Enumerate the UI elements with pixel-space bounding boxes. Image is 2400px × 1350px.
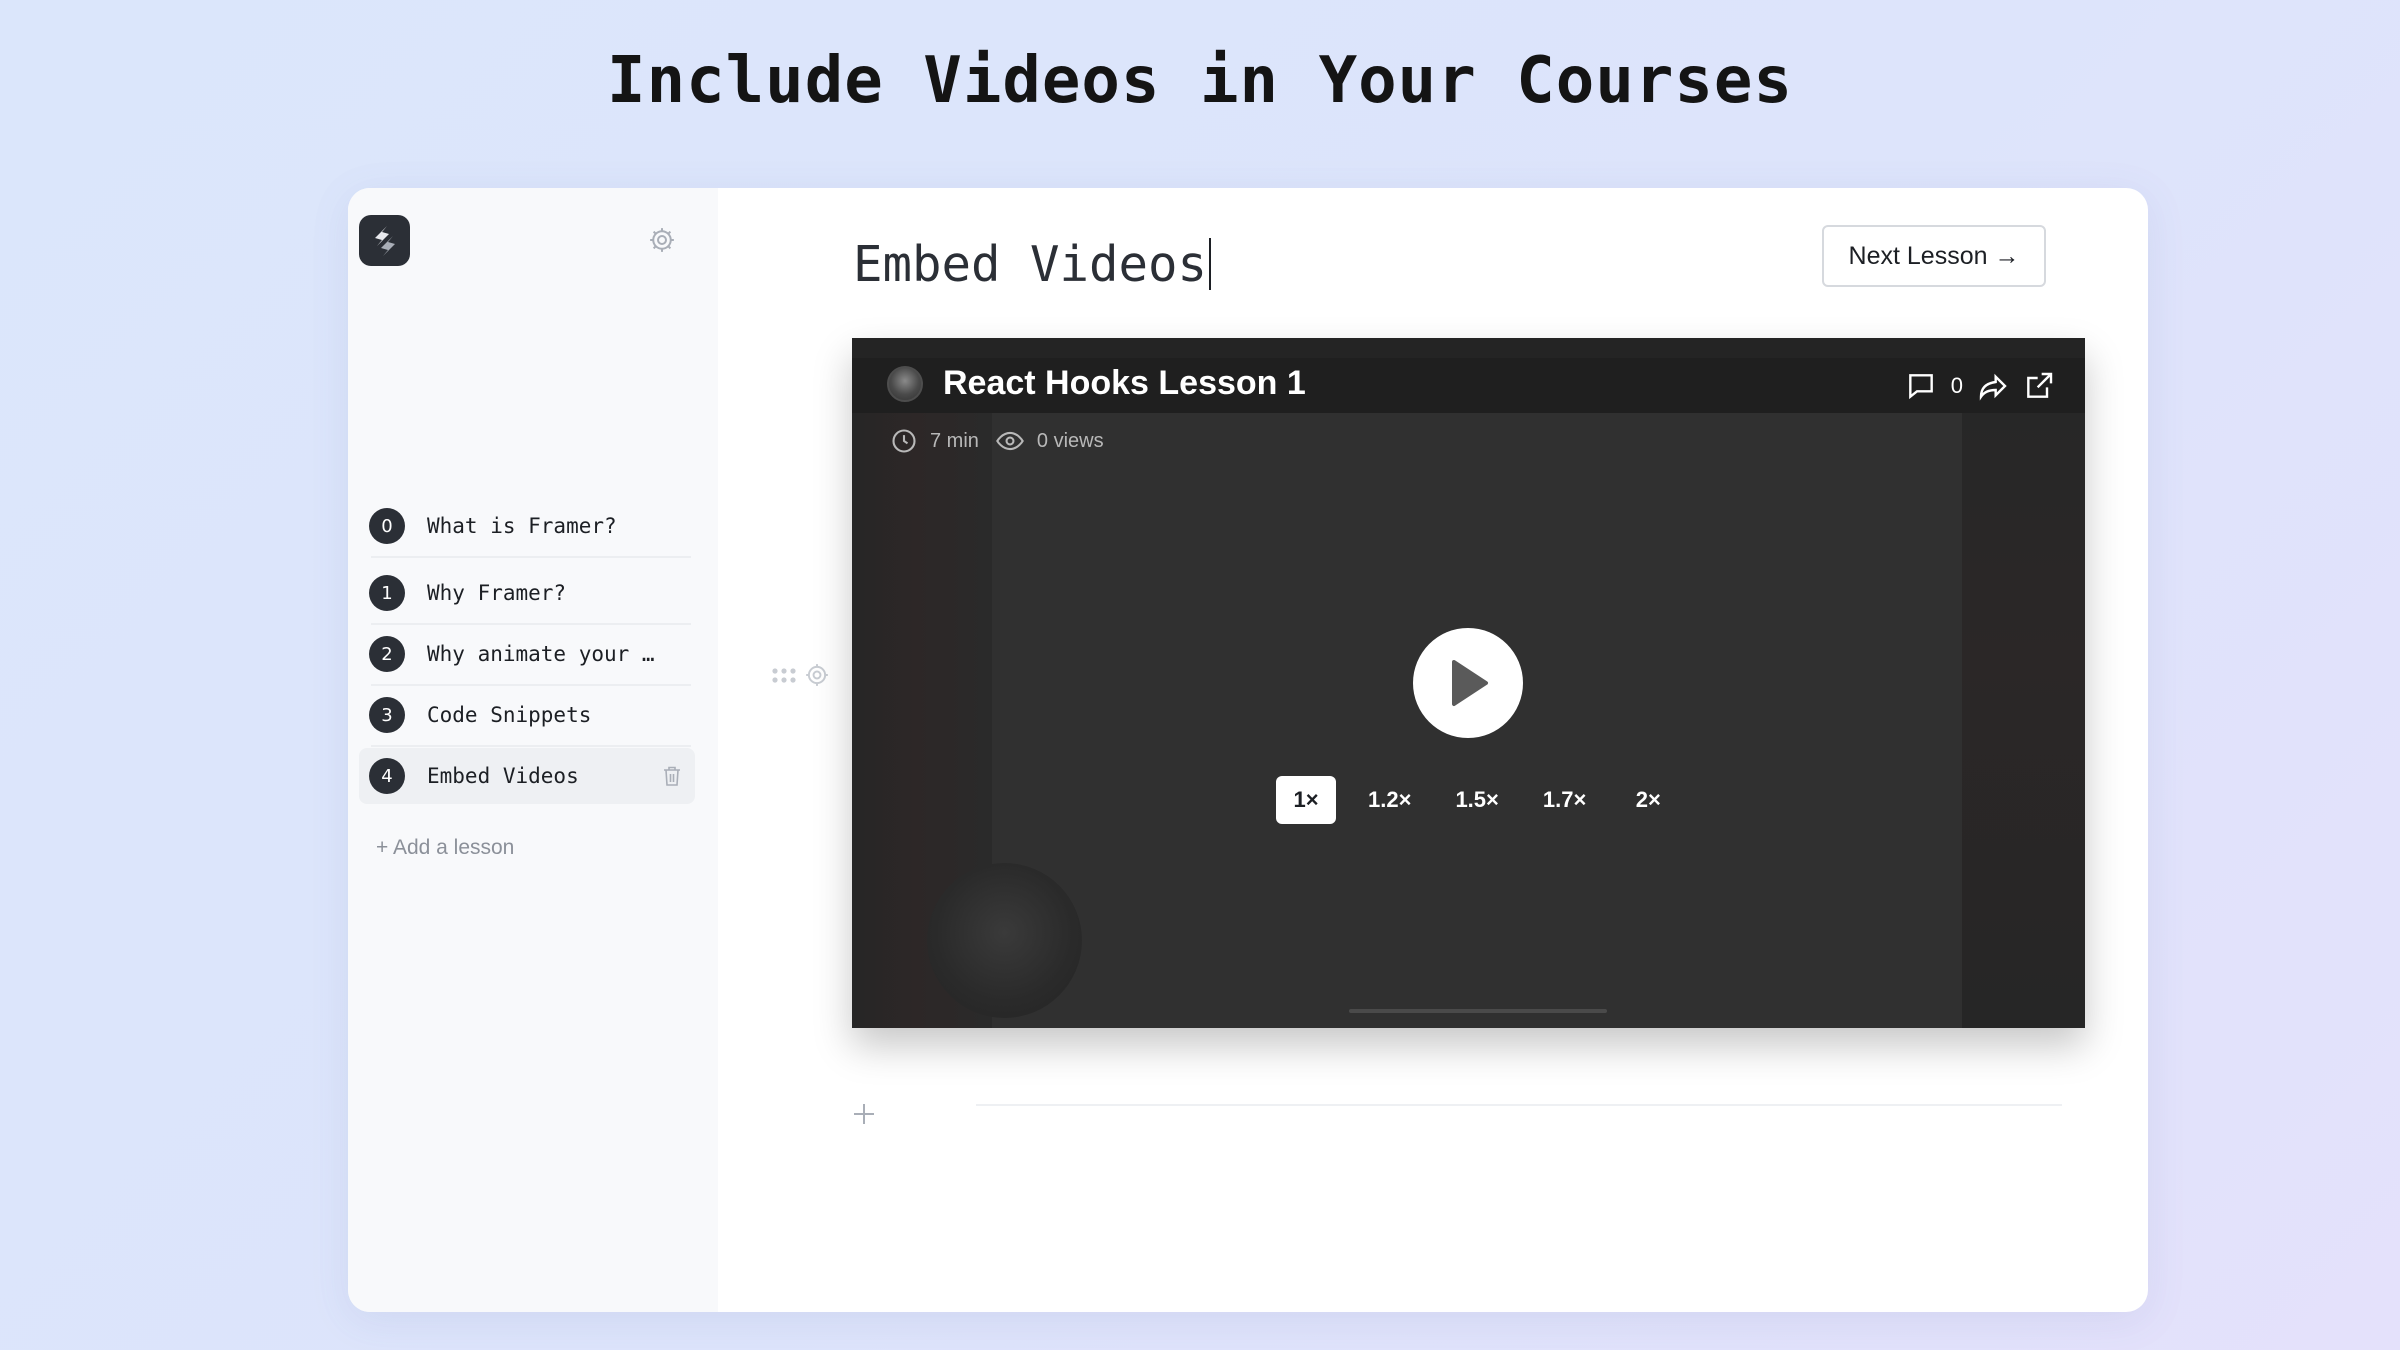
lesson-number: 2 — [369, 636, 405, 672]
lesson-label: Why animate your … — [427, 642, 655, 666]
lesson-item-2[interactable]: 2 Why animate your … — [359, 626, 695, 686]
video-meta: 7 min 0 views — [890, 426, 1104, 456]
video-embed[interactable]: React Hooks Lesson 1 7 min 0 views 0 1× … — [852, 338, 2085, 1028]
speed-option-1-2x[interactable]: 1.2× — [1356, 776, 1423, 824]
divider — [371, 745, 691, 747]
video-frame-right — [1962, 413, 2085, 1028]
external-link-icon[interactable] — [2023, 370, 2055, 402]
eye-icon — [996, 431, 1024, 451]
webcam-overlay — [927, 863, 1082, 1018]
block-settings-icon[interactable] — [804, 662, 830, 688]
lesson-label: What is Framer? — [427, 514, 617, 538]
lesson-item-3[interactable]: 3 Code Snippets — [359, 687, 695, 747]
divider — [371, 623, 691, 625]
play-button[interactable] — [1413, 628, 1523, 738]
lesson-label: Why Framer? — [427, 581, 567, 605]
playback-speed-options: 1× 1.2× 1.5× 1.7× 2× — [1276, 776, 1678, 824]
video-duration: 7 min — [930, 429, 979, 452]
next-lesson-button[interactable]: Next Lesson → — [1822, 225, 2046, 287]
add-block-divider — [976, 1104, 2062, 1106]
logo-icon — [374, 225, 395, 256]
text-caret — [1209, 238, 1212, 290]
speed-option-1x[interactable]: 1× — [1276, 776, 1336, 824]
trash-icon[interactable] — [661, 764, 683, 788]
author-avatar — [887, 366, 923, 402]
divider — [371, 684, 691, 686]
video-progress-bar[interactable] — [1349, 1009, 1607, 1013]
sidebar: 0 What is Framer? 1 Why Framer? 2 Why an… — [348, 188, 718, 1312]
page-headline: Include Videos in Your Courses — [607, 44, 1793, 118]
comment-count: 0 — [1950, 373, 1963, 398]
speed-option-1-5x[interactable]: 1.5× — [1443, 776, 1510, 824]
share-icon[interactable] — [1977, 370, 2009, 402]
video-actions: 0 — [1905, 368, 2055, 404]
clock-icon — [892, 429, 916, 453]
lesson-number: 1 — [369, 575, 405, 611]
add-lesson-button[interactable]: + Add a lesson — [376, 836, 514, 860]
lesson-title: Embed Videos — [853, 235, 1208, 293]
comment-icon[interactable] — [1905, 370, 1937, 402]
lesson-label: Code Snippets — [427, 703, 592, 727]
lesson-title-editor[interactable]: Embed Videos — [853, 224, 1212, 304]
lesson-item-0[interactable]: 0 What is Framer? — [359, 498, 695, 558]
divider — [371, 556, 691, 558]
lesson-number: 4 — [369, 758, 405, 794]
video-title: React Hooks Lesson 1 — [943, 363, 1306, 402]
add-block-plus-icon[interactable] — [851, 1101, 877, 1127]
play-icon — [1452, 660, 1488, 706]
video-frame-menubar — [852, 338, 2085, 358]
speed-option-2x[interactable]: 2× — [1618, 776, 1678, 824]
settings-gear-icon[interactable] — [646, 224, 678, 256]
course-editor-window: 0 What is Framer? 1 Why Framer? 2 Why an… — [348, 188, 2148, 1312]
lesson-item-1[interactable]: 1 Why Framer? — [359, 565, 695, 625]
lesson-item-4[interactable]: 4 Embed Videos — [359, 748, 695, 804]
lesson-number: 3 — [369, 697, 405, 733]
lesson-label: Embed Videos — [427, 764, 579, 788]
video-views: 0 views — [1036, 429, 1104, 452]
lesson-number: 0 — [369, 508, 405, 544]
app-logo[interactable] — [359, 215, 410, 266]
speed-option-1-7x[interactable]: 1.7× — [1531, 776, 1598, 824]
drag-handle-icon[interactable] — [770, 664, 800, 688]
